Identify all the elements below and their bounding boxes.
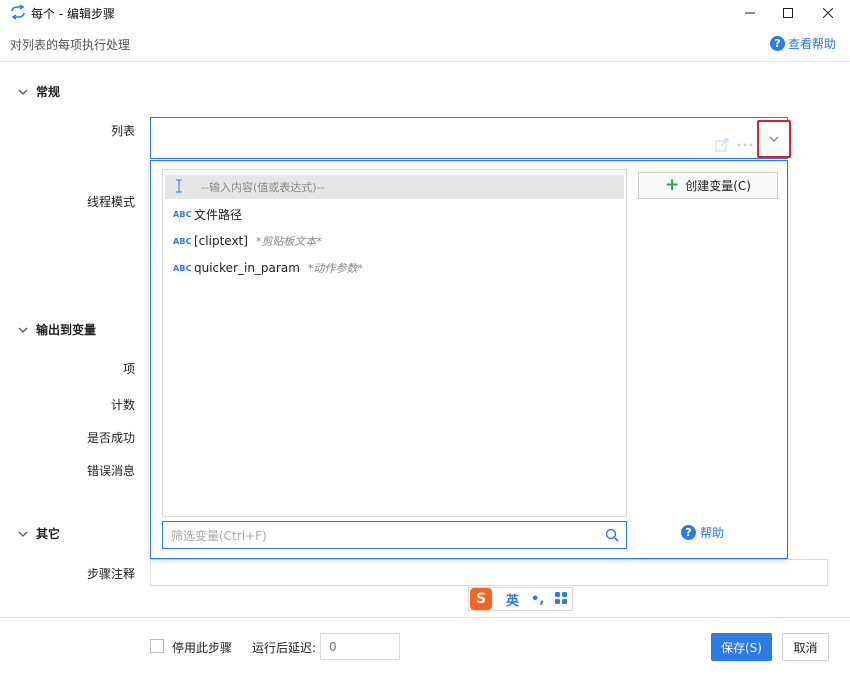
window-title: 每个 - 编辑步骤 bbox=[31, 7, 115, 21]
list-item[interactable]: ABC [cliptext] *剪贴板文本* bbox=[165, 229, 624, 253]
step-note-label: 步骤注释 bbox=[86, 567, 135, 581]
edit-step-window: 每个 - 编辑步骤 对列表的每项执行处理 ? 查看帮助 常规 列表 线程模式 输… bbox=[0, 0, 850, 676]
list-item[interactable]: ABC quicker_in_param *动作参数* bbox=[165, 256, 624, 280]
filter-variable-input[interactable] bbox=[169, 526, 593, 546]
variable-dropdown-button[interactable] bbox=[757, 120, 791, 158]
minimize-button[interactable] bbox=[730, 0, 770, 26]
section-other-header[interactable]: 其它 bbox=[18, 525, 60, 542]
delay-input[interactable] bbox=[327, 639, 401, 655]
section-other-title: 其它 bbox=[36, 527, 61, 541]
plus-icon: + bbox=[665, 175, 680, 195]
sogou-logo-icon[interactable]: S bbox=[470, 588, 492, 610]
step-note-input[interactable] bbox=[150, 559, 828, 586]
more-icon[interactable] bbox=[737, 142, 753, 148]
variable-description: *剪贴板文本* bbox=[255, 235, 322, 248]
expand-icon[interactable] bbox=[715, 138, 729, 152]
view-help-link[interactable]: ? 查看帮助 bbox=[770, 35, 836, 52]
view-help-label: 查看帮助 bbox=[788, 37, 837, 51]
popup-help-label: 帮助 bbox=[700, 526, 725, 540]
variable-name: 文件路径 bbox=[194, 207, 243, 222]
step-description: 对列表的每项执行处理 bbox=[10, 38, 131, 52]
text-cursor-icon bbox=[175, 179, 191, 196]
title-bar: 每个 - 编辑步骤 bbox=[0, 0, 850, 26]
disable-step-checkbox[interactable] bbox=[150, 639, 164, 653]
section-output-header[interactable]: 输出到变量 bbox=[18, 321, 96, 338]
delay-label: 运行后延迟: bbox=[252, 641, 317, 655]
header-divider bbox=[0, 61, 850, 62]
success-label: 是否成功 bbox=[86, 431, 135, 445]
loop-icon bbox=[9, 4, 27, 20]
variable-list[interactable]: --输入内容(值或表达式)-- ABC 文件路径 ABC [cliptext] … bbox=[162, 169, 627, 517]
error-message-label: 错误消息 bbox=[86, 464, 135, 478]
delay-field[interactable] bbox=[320, 633, 401, 660]
close-button[interactable] bbox=[808, 0, 848, 26]
thread-mode-label: 线程模式 bbox=[86, 195, 135, 209]
create-variable-button[interactable]: + 创建变量(C) bbox=[638, 172, 778, 199]
text-type-icon: ABC bbox=[173, 236, 192, 246]
chevron-down-icon bbox=[18, 327, 28, 333]
list-item[interactable]: --输入内容(值或表达式)-- bbox=[165, 175, 624, 199]
minimize-icon bbox=[745, 12, 755, 14]
list-input[interactable] bbox=[150, 117, 788, 159]
section-general-header[interactable]: 常规 bbox=[18, 83, 60, 100]
list-field-icons bbox=[715, 138, 753, 152]
maximize-button[interactable] bbox=[768, 0, 808, 26]
footer-divider bbox=[0, 617, 850, 618]
count-label: 计数 bbox=[110, 398, 135, 412]
item-label: 项 bbox=[122, 362, 135, 376]
chevron-down-icon bbox=[18, 89, 28, 95]
chevron-down-icon bbox=[769, 136, 779, 142]
ime-menu-icon[interactable] bbox=[554, 591, 568, 608]
ime-toolbar[interactable]: S 英 •, bbox=[468, 587, 573, 611]
section-output-title: 输出到变量 bbox=[36, 323, 97, 337]
cancel-button[interactable]: 取消 bbox=[782, 633, 829, 661]
help-circle-icon: ? bbox=[681, 525, 696, 540]
text-type-icon: ABC bbox=[173, 263, 192, 273]
create-variable-label: 创建变量(C) bbox=[685, 179, 751, 193]
variable-dropdown-popup: --输入内容(值或表达式)-- ABC 文件路径 ABC [cliptext] … bbox=[150, 160, 788, 559]
help-circle-icon: ? bbox=[770, 36, 785, 51]
list-label: 列表 bbox=[110, 124, 135, 138]
section-general-title: 常规 bbox=[36, 85, 61, 99]
variable-name: [cliptext] bbox=[194, 234, 248, 248]
input-expression-option: --输入内容(值或表达式)-- bbox=[201, 181, 325, 194]
ime-punctuation-toggle[interactable]: •, bbox=[531, 592, 544, 607]
save-button[interactable]: 保存(S) bbox=[711, 633, 772, 661]
search-icon[interactable] bbox=[605, 528, 619, 545]
variable-name: quicker_in_param bbox=[194, 261, 300, 275]
chevron-down-icon bbox=[18, 531, 28, 537]
list-item[interactable]: ABC 文件路径 bbox=[165, 202, 624, 226]
ime-language-toggle[interactable]: 英 bbox=[506, 590, 519, 609]
disable-step-label[interactable]: 停用此步骤 bbox=[172, 639, 232, 656]
text-type-icon: ABC bbox=[173, 209, 192, 219]
close-icon bbox=[823, 8, 833, 18]
variable-description: *动作参数* bbox=[307, 262, 363, 275]
popup-help-link[interactable]: ? 帮助 bbox=[681, 524, 724, 541]
maximize-icon bbox=[783, 8, 793, 18]
filter-variable-field[interactable] bbox=[162, 521, 627, 549]
